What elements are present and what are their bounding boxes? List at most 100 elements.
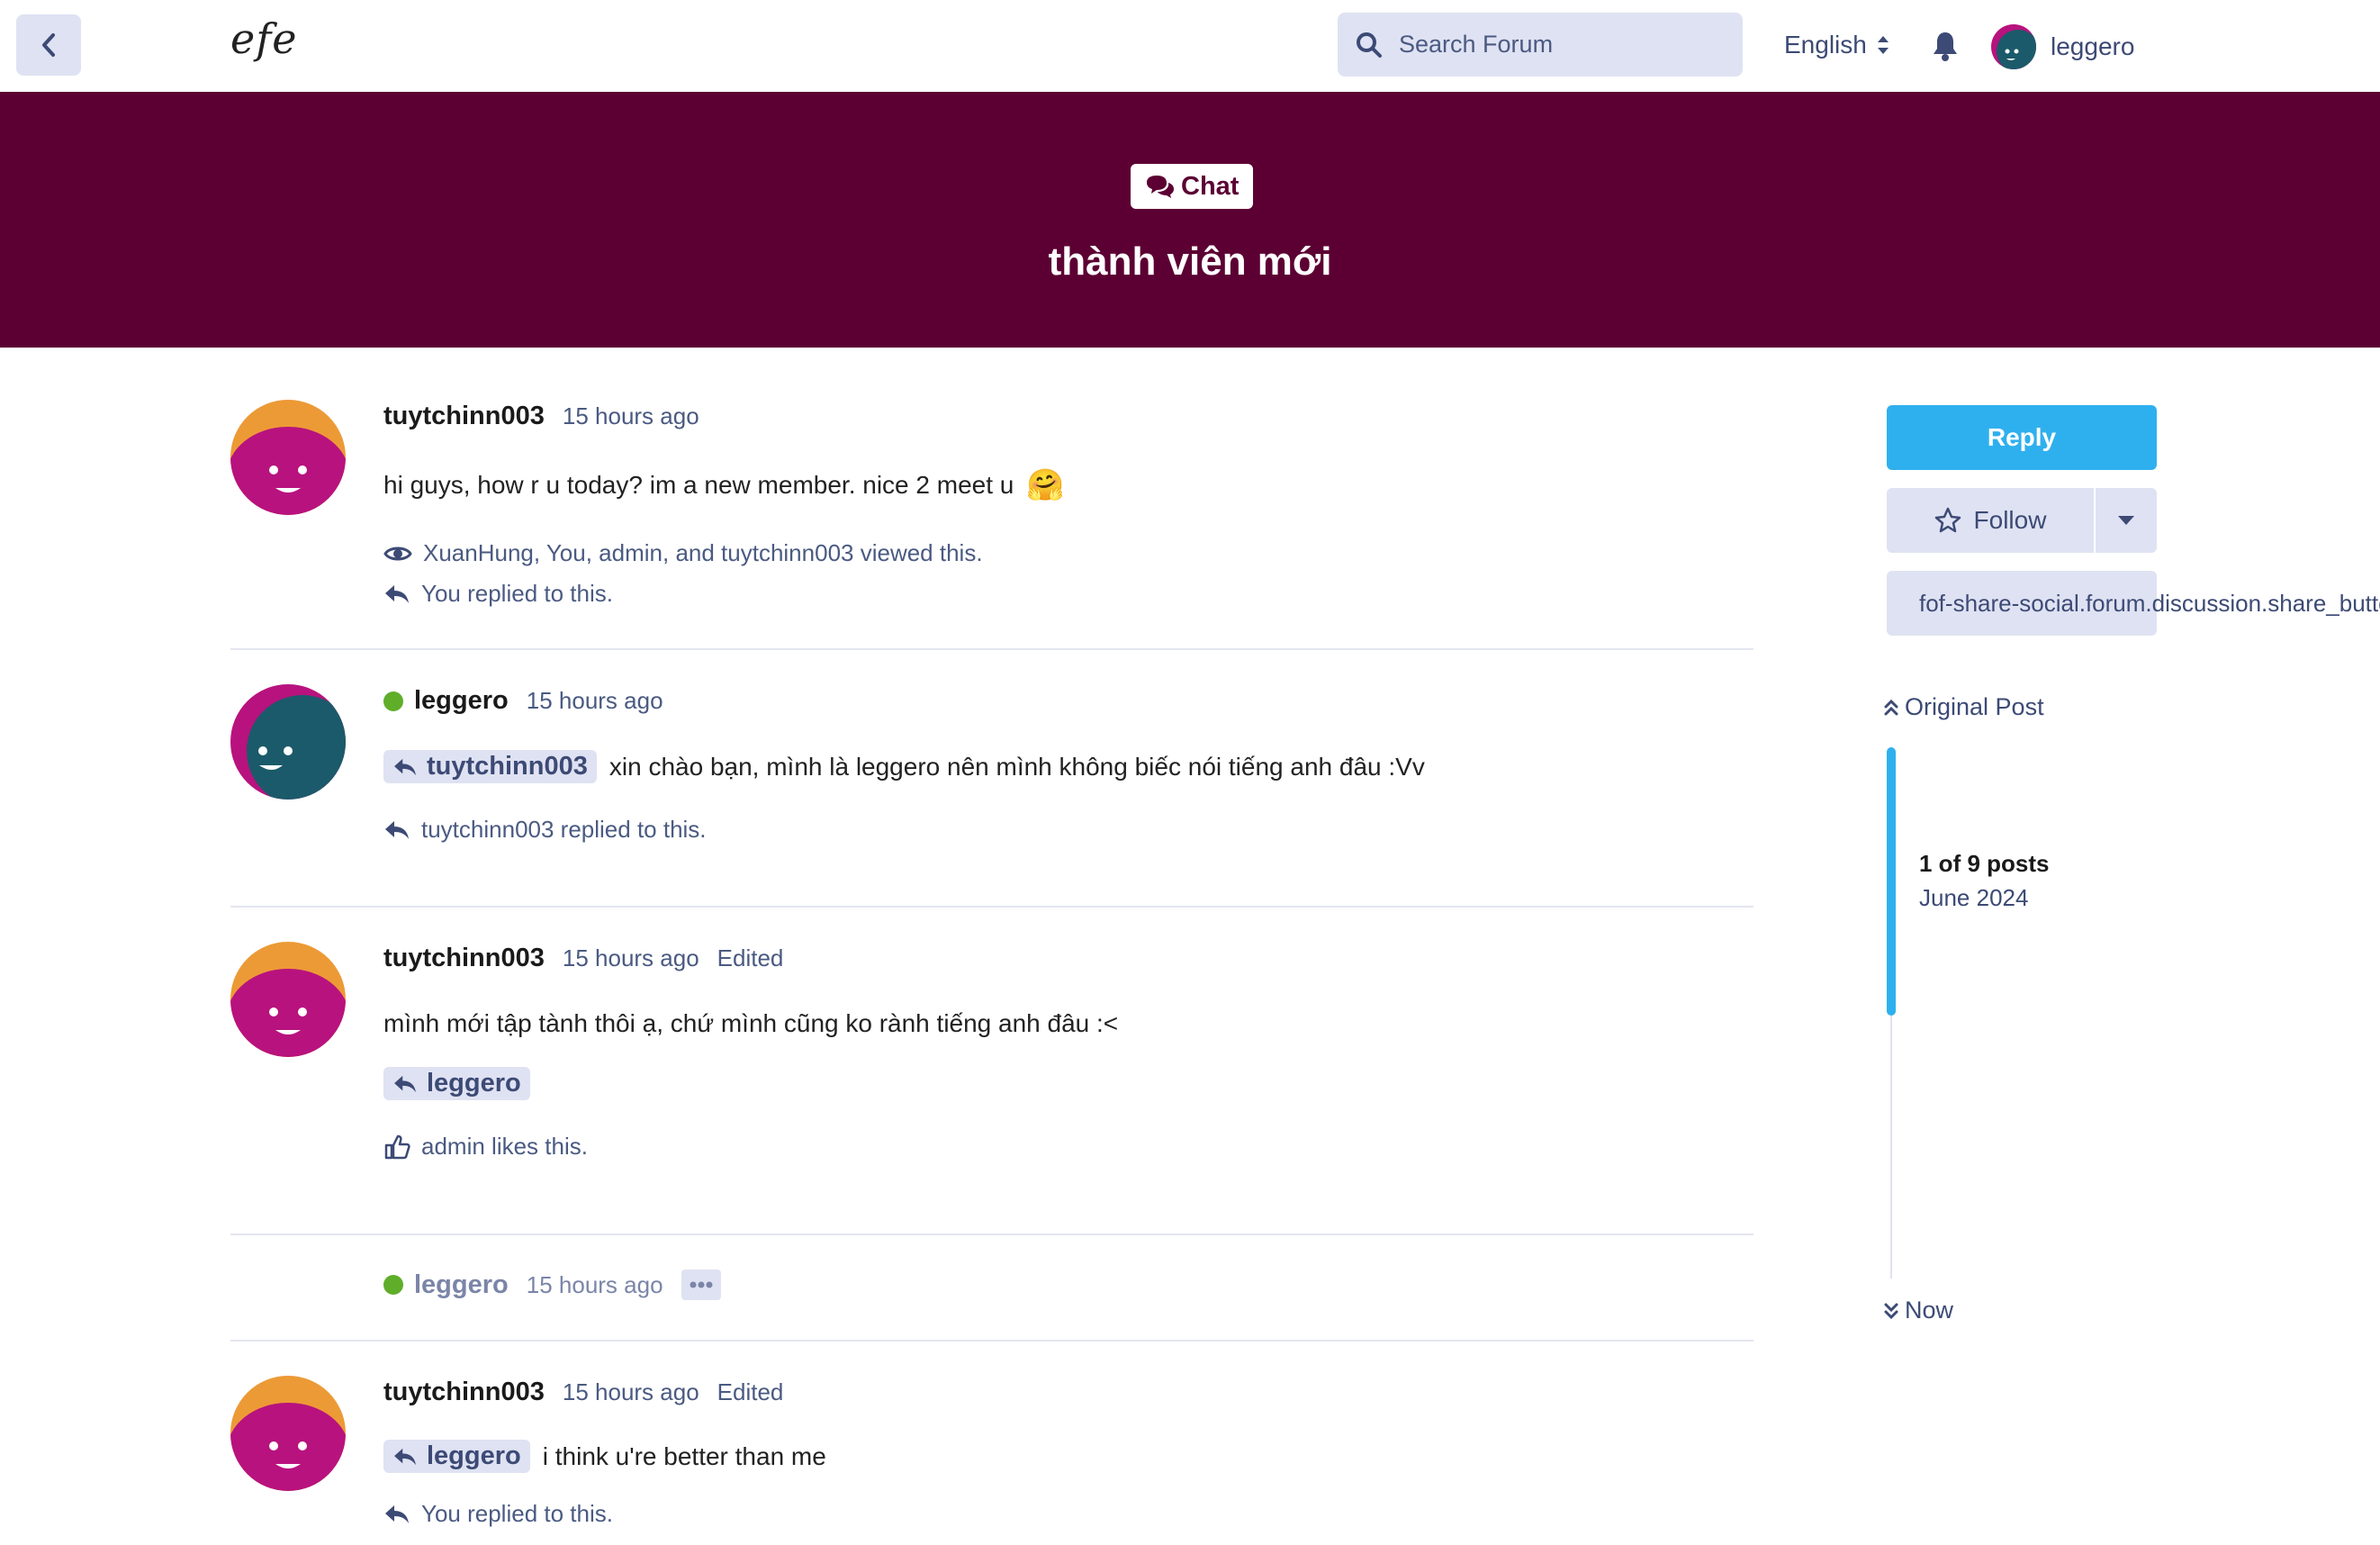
- post-text: hi guys, how r u today? im a new member.…: [383, 471, 1014, 499]
- hugging-face-emoji: 🤗: [1026, 468, 1065, 502]
- post-author-name: leggero: [414, 1269, 509, 1299]
- edited-label[interactable]: Edited: [717, 1378, 784, 1406]
- language-selector[interactable]: English: [1784, 31, 1890, 59]
- post-divider: [230, 906, 1753, 908]
- reply-button[interactable]: Reply: [1887, 405, 2157, 470]
- replied-by-text[interactable]: You replied to this.: [421, 580, 613, 608]
- reply-icon: [394, 758, 416, 775]
- original-post-label: Original Post: [1905, 693, 2044, 720]
- share-button[interactable]: fof-share-social.forum.discussion.share_…: [1887, 571, 2380, 636]
- share-label: fof-share-social.forum.discussion.share_…: [1919, 589, 2380, 617]
- avatar[interactable]: [230, 942, 346, 1057]
- post-time[interactable]: 15 hours ago: [527, 687, 663, 715]
- post-body: tuytchinn003 15 hours ago Edited mình mớ…: [383, 942, 1118, 1161]
- notifications-button[interactable]: [1932, 31, 1959, 66]
- post-time[interactable]: 15 hours ago: [563, 402, 699, 430]
- avatar[interactable]: [1991, 24, 2036, 69]
- replied-by: tuytchinn003 replied to this.: [383, 816, 1425, 844]
- post-divider: [230, 1340, 1753, 1342]
- scrubber-original-post[interactable]: Original Post: [1883, 693, 2044, 721]
- post-author[interactable]: tuytchinn003: [383, 944, 545, 973]
- reply-mention[interactable]: leggero: [383, 1440, 530, 1473]
- post-options-button[interactable]: [681, 1269, 721, 1300]
- tag-label: Chat: [1181, 171, 1240, 201]
- angle-double-up-icon: [1884, 699, 1898, 715]
- post: leggero 15 hours ago tuytchinn003 xin ch…: [230, 684, 1753, 891]
- search-input[interactable]: Search Forum: [1338, 13, 1743, 77]
- discussion-title: thành viên mới: [1048, 239, 1332, 284]
- bell-icon: [1934, 32, 1957, 61]
- scrubber-count: 1 of 9 posts: [1919, 850, 2050, 877]
- replied-by: You replied to this.: [383, 580, 1065, 608]
- avatar-face: [230, 684, 346, 800]
- comments-icon: [1147, 176, 1174, 198]
- post-content: leggero i think u're better than me: [383, 1440, 826, 1473]
- user-menu[interactable]: leggero: [2051, 32, 2134, 61]
- replied-by: You replied to this.: [383, 1500, 826, 1528]
- post-body: tuytchinn003 15 hours ago Edited leggero…: [383, 1376, 826, 1528]
- reply-icon: [394, 1448, 416, 1465]
- forum-logo[interactable]: efe: [230, 14, 297, 63]
- back-button[interactable]: [16, 14, 81, 76]
- scrubber-now[interactable]: Now: [1883, 1297, 1953, 1324]
- post-time[interactable]: 15 hours ago: [563, 944, 699, 972]
- avatar-face: [230, 942, 346, 1057]
- post-body: leggero 15 hours ago tuytchinn003 xin ch…: [383, 684, 1425, 844]
- star-icon: [1934, 507, 1961, 533]
- post-body: tuytchinn003 15 hours ago hi guys, how r…: [383, 400, 1065, 608]
- post-content: hi guys, how r u today? im a new member.…: [383, 467, 1065, 503]
- post-author[interactable]: tuytchinn003: [383, 402, 545, 431]
- post-time[interactable]: 15 hours ago: [527, 1271, 663, 1299]
- tag-badge[interactable]: Chat: [1131, 164, 1254, 209]
- post-time[interactable]: 15 hours ago: [563, 1378, 699, 1406]
- hidden-post: leggero 15 hours ago: [230, 1269, 1753, 1333]
- liked-by-text[interactable]: admin likes this.: [421, 1133, 588, 1161]
- follow-label: Follow: [1973, 506, 2047, 534]
- angle-double-down-icon: [1884, 1303, 1898, 1319]
- ellipsis-icon: [690, 1281, 713, 1288]
- avatar-face: [230, 400, 346, 515]
- search-placeholder: Search Forum: [1399, 31, 1554, 58]
- mention-label: tuytchinn003: [427, 752, 588, 781]
- avatar[interactable]: [230, 400, 346, 515]
- post-text: mình mới tập tành thôi ạ, chứ mình cũng …: [383, 1009, 1119, 1037]
- liked-by: admin likes this.: [383, 1133, 1118, 1161]
- eye-icon: [383, 547, 412, 560]
- reply-mention[interactable]: tuytchinn003: [383, 750, 597, 783]
- replied-by-text[interactable]: You replied to this.: [421, 1500, 613, 1528]
- top-bar: efe Search Forum English leggero: [0, 0, 2380, 92]
- reply-icon: [385, 1504, 409, 1523]
- post-divider: [230, 1233, 1753, 1235]
- language-label: English: [1784, 31, 1867, 59]
- scrubber-date: June 2024: [1919, 884, 2029, 911]
- chevron-left-icon: [42, 33, 55, 57]
- post-divider: [230, 648, 1753, 650]
- post-body: leggero 15 hours ago: [383, 1269, 721, 1300]
- edited-label[interactable]: Edited: [717, 944, 784, 972]
- post-author[interactable]: leggero: [383, 686, 509, 716]
- avatar[interactable]: [230, 684, 346, 800]
- sort-icon: [1877, 36, 1889, 54]
- viewed-by: XuanHung, You, admin, and tuytchinn003 v…: [383, 539, 1065, 567]
- post-author[interactable]: leggero: [383, 1270, 509, 1300]
- avatar-face: [1997, 30, 2036, 69]
- follow-button[interactable]: Follow: [1887, 488, 2094, 553]
- scrubber-handle[interactable]: [1887, 747, 1896, 1016]
- post: tuytchinn003 15 hours ago Edited mình mớ…: [230, 942, 1753, 1212]
- search-icon: [1357, 32, 1382, 58]
- post: tuytchinn003 15 hours ago hi guys, how r…: [230, 400, 1753, 643]
- viewed-by-text[interactable]: XuanHung, You, admin, and tuytchinn003 v…: [423, 539, 983, 567]
- mention-label: leggero: [427, 1069, 521, 1098]
- mention-label: leggero: [427, 1441, 521, 1470]
- follow-dropdown-toggle[interactable]: [2096, 488, 2157, 553]
- reply-mention[interactable]: leggero: [383, 1067, 530, 1100]
- online-indicator: [383, 691, 403, 711]
- thumbs-up-icon: [384, 1134, 410, 1159]
- avatar[interactable]: [230, 1376, 346, 1491]
- online-indicator: [383, 1275, 403, 1295]
- caret-down-icon: [2118, 516, 2134, 525]
- post-author[interactable]: tuytchinn003: [383, 1378, 545, 1407]
- post-text: i think u're better than me: [542, 1441, 826, 1470]
- post-text: xin chào bạn, mình là leggero nên mình k…: [609, 752, 1425, 781]
- replied-by-text[interactable]: tuytchinn003 replied to this.: [421, 816, 707, 844]
